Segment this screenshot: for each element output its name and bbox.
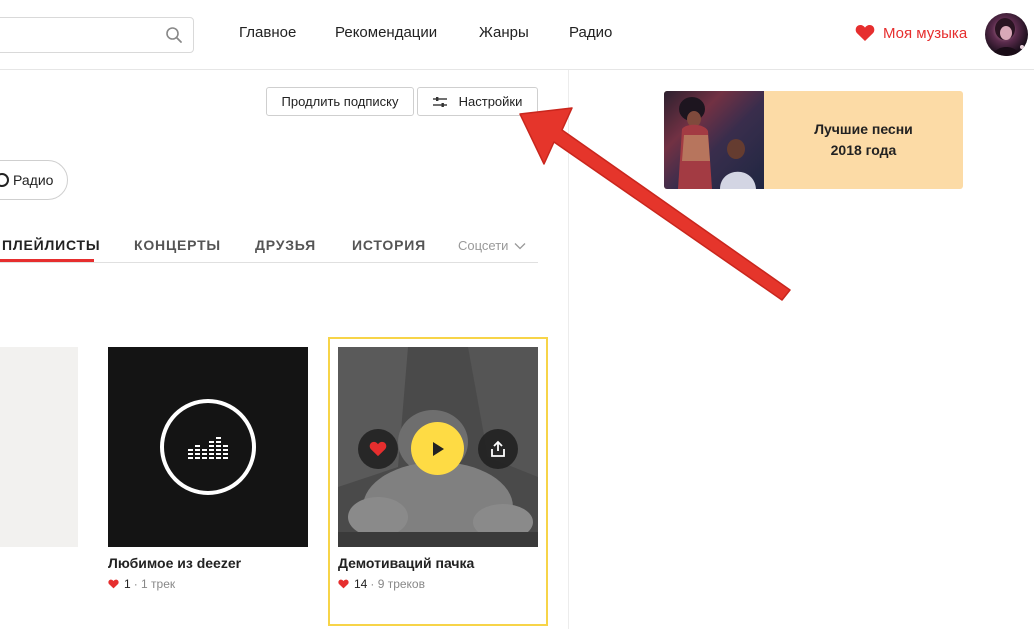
- like-button[interactable]: [358, 429, 398, 469]
- tab-friends[interactable]: ДРУЗЬЯ: [255, 237, 316, 253]
- playlist-cover-partial[interactable]: [0, 347, 78, 547]
- heart-icon: [108, 579, 119, 589]
- play-icon: [432, 441, 444, 456]
- active-tab-indicator: [0, 259, 94, 262]
- equalizer-icon: [188, 437, 228, 459]
- tab-social-dropdown[interactable]: Соцсети: [458, 238, 526, 253]
- share-button[interactable]: [478, 429, 518, 469]
- profile-tabs: ПЛЕЙЛИСТЫ КОНЦЕРТЫ ДРУЗЬЯ ИСТОРИЯ Соцсет…: [0, 230, 538, 263]
- tab-playlists[interactable]: ПЛЕЙЛИСТЫ: [2, 237, 100, 253]
- promo-text: Лучшие песни 2018 года: [764, 91, 963, 189]
- heart-icon: [855, 24, 875, 41]
- search-box[interactable]: [0, 17, 194, 53]
- promo-banner[interactable]: Лучшие песни 2018 года: [664, 91, 963, 189]
- likes-count: 1: [124, 577, 131, 591]
- sliders-icon: [432, 96, 447, 107]
- nav-recommendations[interactable]: Рекомендации: [335, 24, 437, 41]
- settings-button[interactable]: Настройки: [417, 87, 538, 116]
- chevron-down-icon: [514, 242, 526, 249]
- heart-icon: [338, 579, 349, 589]
- tab-history[interactable]: ИСТОРИЯ: [352, 237, 426, 253]
- nav-home[interactable]: Главное: [239, 24, 296, 41]
- search-input[interactable]: [0, 18, 151, 52]
- promo-image: [664, 91, 764, 189]
- search-icon[interactable]: [165, 26, 183, 44]
- radio-label: Радио: [13, 172, 54, 188]
- my-music-label: Моя музыка: [883, 24, 968, 42]
- promo-line-1: Лучшие песни: [814, 121, 913, 137]
- tab-social-label: Соцсети: [458, 238, 509, 253]
- playlist-meta: 14 · 9 треков: [338, 577, 538, 591]
- avatar[interactable]: [985, 13, 1028, 56]
- playlist-cover[interactable]: [338, 347, 538, 547]
- nav-genres[interactable]: Жанры: [479, 24, 529, 41]
- column-divider: [568, 70, 569, 629]
- heart-icon: [369, 441, 387, 457]
- header: Главное Рекомендации Жанры Радио Моя муз…: [0, 0, 1034, 70]
- tab-concerts[interactable]: КОНЦЕРТЫ: [134, 237, 221, 253]
- nav-radio[interactable]: Радио: [569, 24, 612, 41]
- settings-label: Настройки: [458, 94, 523, 109]
- play-button[interactable]: [411, 422, 464, 475]
- likes-count: 14: [354, 577, 368, 591]
- playlist-card[interactable]: Любимое из deezer 1 · 1 трек: [108, 347, 308, 591]
- playlist-meta: 1 · 1 трек: [108, 577, 308, 591]
- promo-line-2: 2018 года: [830, 142, 897, 158]
- radio-button[interactable]: Радио: [0, 160, 68, 200]
- playlist-title[interactable]: Любимое из deezer: [108, 555, 308, 571]
- track-count: · 9 треков: [370, 577, 425, 591]
- playlist-title[interactable]: Демотиваций пачка: [338, 555, 538, 571]
- playlist-card[interactable]: Демотиваций пачка 14 · 9 треков: [338, 347, 538, 591]
- avatar-image: [993, 18, 1024, 56]
- share-icon: [491, 440, 505, 457]
- radio-icon: [0, 173, 9, 187]
- track-count: · 1 трек: [133, 577, 176, 591]
- my-music-link[interactable]: Моя музыка: [855, 24, 967, 42]
- playlist-cover[interactable]: [108, 347, 308, 547]
- extend-subscription-button[interactable]: Продлить подписку: [266, 87, 414, 116]
